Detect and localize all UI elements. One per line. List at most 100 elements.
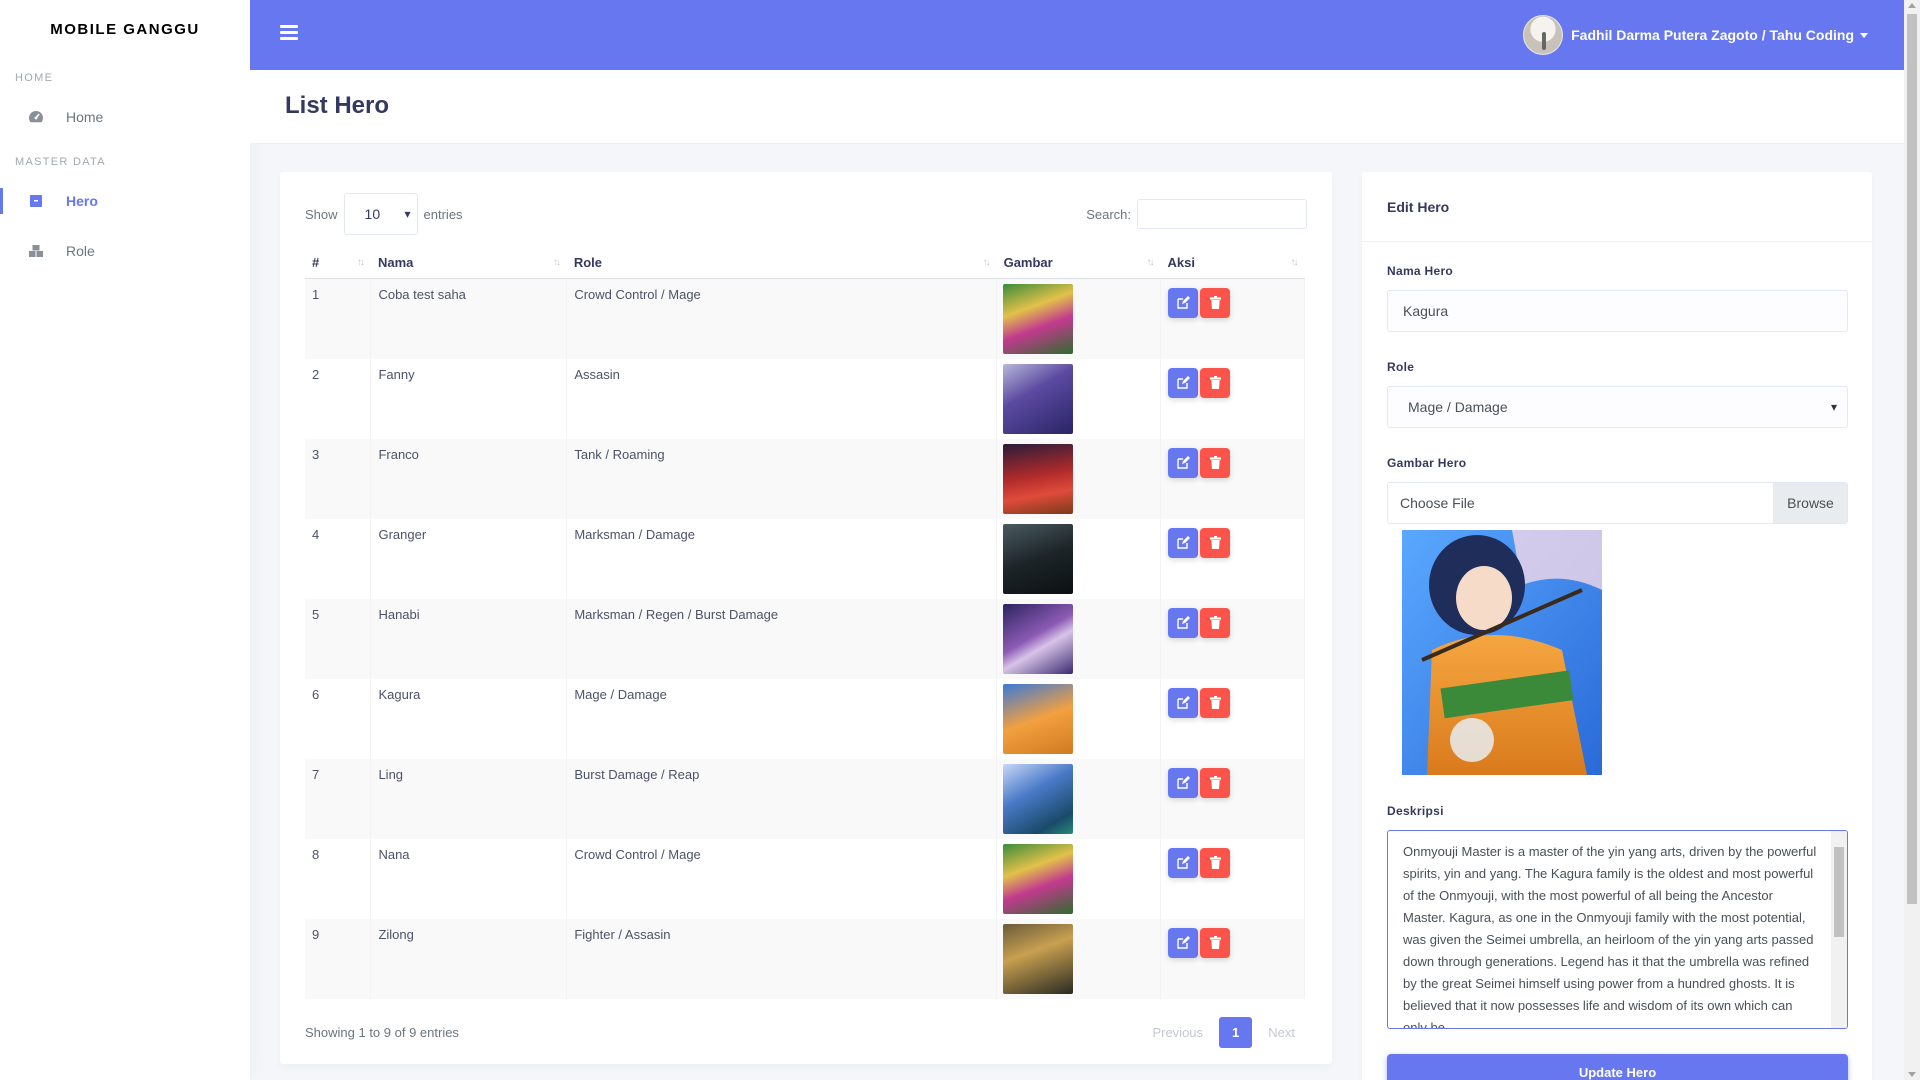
cell-role: Fighter / Assasin <box>566 918 998 999</box>
pagination-page-1[interactable]: 1 <box>1219 1016 1253 1048</box>
delete-button[interactable] <box>1200 447 1231 478</box>
column-header-nama[interactable]: Nama ↑↓ <box>370 248 567 279</box>
sidebar-item-home[interactable]: Home <box>0 92 250 142</box>
cell-nama: Hanabi <box>370 598 568 679</box>
cell-no: 8 <box>305 838 372 919</box>
hero-table: # ↑↓ Nama ↑↓ Role ↑↓ Gambar ↑↓ Aksi ↑↓ 1 Coba… <box>305 248 1305 999</box>
delete-button[interactable] <box>1200 687 1231 718</box>
pagination-next[interactable]: Next <box>1256 1017 1307 1048</box>
cell-nama: Kagura <box>370 678 568 759</box>
column-header-aksi[interactable]: Aksi ↑↓ <box>1160 248 1305 279</box>
update-hero-button[interactable]: Update Hero <box>1387 1054 1848 1080</box>
entries-label: entries <box>423 206 463 222</box>
window-scrollbar[interactable] <box>1904 0 1920 1080</box>
menu-header-home: HOME <box>15 72 54 84</box>
cell-role: Marksman / Damage <box>566 518 998 599</box>
edit-button[interactable] <box>1168 687 1199 718</box>
delete-button[interactable] <box>1200 767 1231 798</box>
cell-role: Crowd Control / Mage <box>566 838 998 919</box>
deskripsi-text: Onmyouji Master is a master of the yin y… <box>1403 844 1817 1029</box>
section-header: List Hero <box>250 70 1904 144</box>
brand-logo[interactable]: MOBILE GANGGU <box>0 0 250 58</box>
sort-asc-icon: ↑↓ <box>356 257 365 268</box>
edit-button[interactable] <box>1168 847 1199 878</box>
delete-button[interactable] <box>1200 927 1231 958</box>
edit-hero-card: Edit Hero Nama Hero Kagura Role Mage / D… <box>1362 172 1872 1080</box>
role-select[interactable]: Mage / Damage <box>1387 386 1848 428</box>
sort-icon: ↑↓ <box>1146 257 1155 268</box>
trash-icon <box>1209 456 1221 469</box>
entries-length-control: Show 10 entries <box>305 193 463 235</box>
table-header-row: # ↑↓ Nama ↑↓ Role ↑↓ Gambar ↑↓ Aksi ↑↓ <box>305 248 1305 279</box>
edit-button[interactable] <box>1168 447 1199 478</box>
edit-icon <box>1176 536 1190 549</box>
trash-icon <box>1209 376 1221 389</box>
menu-header-master-data: MASTER DATA <box>15 156 106 168</box>
hero-thumbnail <box>1003 763 1074 834</box>
cell-role: Crowd Control / Mage <box>566 278 998 359</box>
hero-thumbnail <box>1003 283 1074 354</box>
cell-role: Burst Damage / Reap <box>566 758 998 839</box>
trash-icon <box>1209 616 1221 629</box>
nama-hero-input[interactable]: Kagura <box>1387 290 1848 332</box>
edit-button[interactable] <box>1168 607 1199 638</box>
edit-icon <box>1176 696 1190 709</box>
cell-no: 2 <box>305 358 372 439</box>
sidebar-item-label: Role <box>66 243 95 259</box>
sidebar-item-hero[interactable]: Hero <box>0 176 250 226</box>
edit-icon <box>1176 616 1190 629</box>
delete-button[interactable] <box>1200 367 1231 398</box>
table-body: 1 Coba test saha Crowd Control / Mage 2 … <box>305 278 1305 999</box>
search-input[interactable] <box>1137 199 1307 229</box>
caret-down-icon <box>1860 32 1868 38</box>
hero-thumbnail <box>1003 603 1074 674</box>
edit-icon <box>1176 856 1190 869</box>
hero-image-preview <box>1402 530 1602 775</box>
trash-icon <box>1209 936 1221 949</box>
cell-nama: Zilong <box>370 918 568 999</box>
pagination-previous[interactable]: Previous <box>1140 1017 1215 1048</box>
hero-thumbnail <box>1003 443 1074 514</box>
edit-button[interactable] <box>1168 527 1199 558</box>
cell-nama: Nana <box>370 838 568 919</box>
delete-button[interactable] <box>1200 527 1231 558</box>
cell-nama: Franco <box>370 438 568 519</box>
column-header-role[interactable]: Role ↑↓ <box>566 248 997 279</box>
deskripsi-label: Deskripsi <box>1387 804 1444 818</box>
sidebar-item-role[interactable]: Role <box>0 226 250 276</box>
edit-button[interactable] <box>1168 287 1199 318</box>
datatable-controls: Show 10 entries Search: <box>305 192 1307 236</box>
edit-button[interactable] <box>1168 367 1199 398</box>
menu-toggle-icon[interactable] <box>280 25 298 43</box>
user-dropdown[interactable]: Fadhil Darma Putera Zagoto / Tahu Coding <box>1523 15 1868 55</box>
trash-icon <box>1209 536 1221 549</box>
delete-button[interactable] <box>1200 847 1231 878</box>
cell-nama: Granger <box>370 518 568 599</box>
table-row: 7 Ling Burst Damage / Reap <box>305 758 1305 839</box>
trash-icon <box>1209 296 1221 309</box>
deskripsi-textarea[interactable]: Onmyouji Master is a master of the yin y… <box>1387 830 1848 1029</box>
boxes-icon <box>28 243 44 259</box>
table-row: 6 Kagura Mage / Damage <box>305 678 1305 759</box>
hero-thumbnail <box>1003 683 1074 754</box>
textarea-scrollbar[interactable] <box>1831 831 1847 1028</box>
file-input-placeholder: Choose File <box>1388 483 1773 523</box>
cell-no: 9 <box>305 918 372 999</box>
file-input[interactable]: Choose File Browse <box>1387 482 1848 524</box>
trash-icon <box>1209 856 1221 869</box>
scroll-down-icon[interactable] <box>1908 1072 1916 1077</box>
edit-button[interactable] <box>1168 927 1199 958</box>
edit-icon <box>1176 376 1190 389</box>
scrollbar-thumb[interactable] <box>1907 14 1917 904</box>
edit-icon <box>1176 456 1190 469</box>
entries-select[interactable]: 10 <box>343 193 418 235</box>
cell-no: 4 <box>305 518 372 599</box>
sort-icon: ↑↓ <box>982 257 991 268</box>
column-header-no[interactable]: # ↑↓ <box>305 248 371 279</box>
edit-button[interactable] <box>1168 767 1199 798</box>
browse-button[interactable]: Browse <box>1773 483 1847 523</box>
column-header-gambar[interactable]: Gambar ↑↓ <box>996 248 1161 279</box>
delete-button[interactable] <box>1200 287 1231 318</box>
scroll-up-icon[interactable] <box>1908 3 1916 8</box>
delete-button[interactable] <box>1200 607 1231 638</box>
